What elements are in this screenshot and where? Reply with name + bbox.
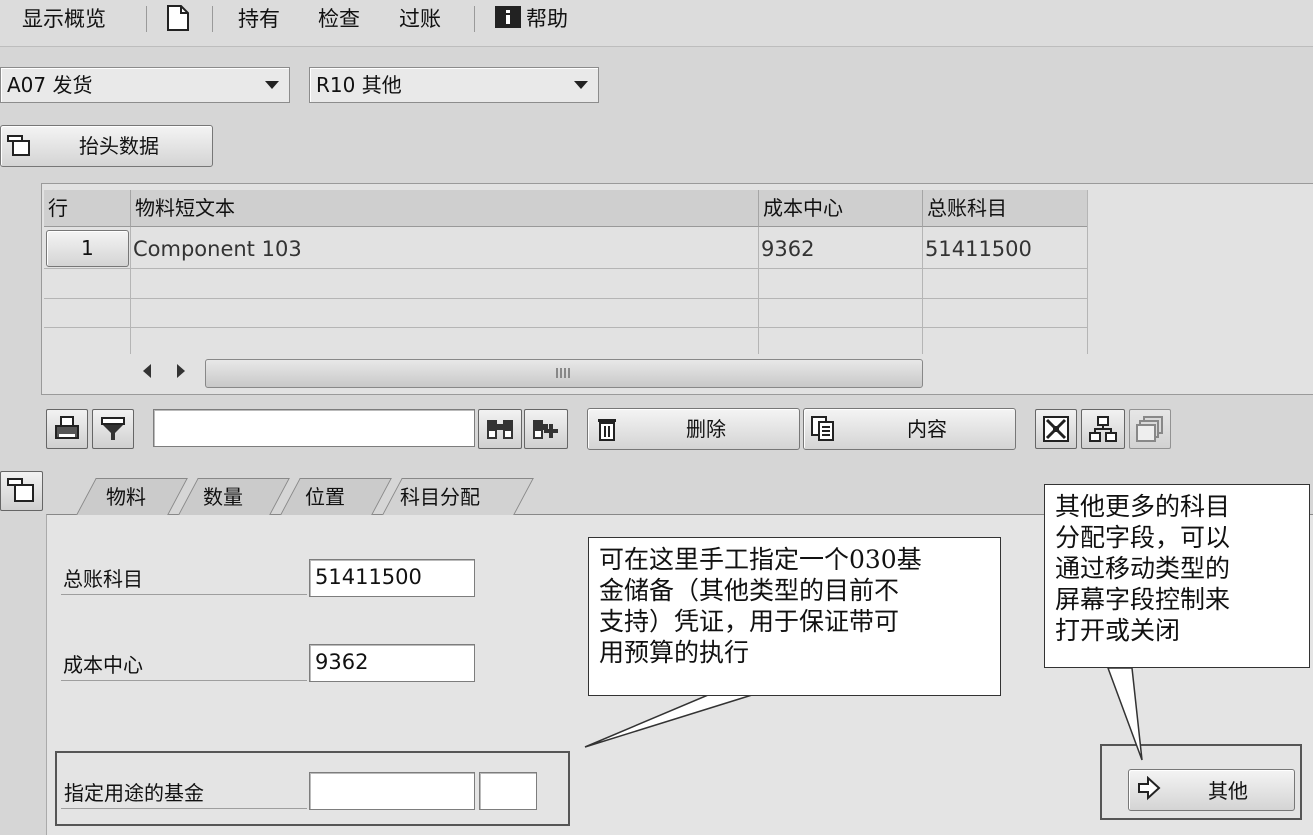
table-search-input[interactable] — [153, 409, 475, 447]
cell-material-text[interactable]: Component 103 — [133, 236, 302, 262]
menu-separator — [474, 6, 475, 32]
print-button[interactable] — [46, 409, 88, 449]
column-header-line[interactable]: 行 — [44, 190, 131, 227]
grid-line — [758, 227, 759, 354]
tab-account-assignment-label[interactable]: 科目分配 — [400, 484, 480, 510]
gl-account-value: 51411500 — [315, 565, 422, 589]
gl-account-label: 总账科目 — [63, 567, 143, 591]
menu-help[interactable]: 帮助 — [526, 6, 568, 32]
grid-line — [44, 298, 1087, 299]
column-header-cost-center[interactable]: 成本中心 — [759, 190, 923, 227]
filter-button[interactable] — [92, 409, 134, 449]
cost-center-label: 成本中心 — [63, 653, 143, 677]
find-button[interactable] — [478, 409, 522, 449]
collapse-detail-button[interactable] — [0, 471, 43, 511]
cost-center-field[interactable]: 9362 — [309, 644, 475, 682]
grid-line — [44, 268, 1087, 269]
grip-icon — [556, 368, 572, 378]
earmarked-fund-label: 指定用途的基金 — [64, 781, 204, 805]
earmarked-fund-item-field[interactable] — [479, 772, 537, 810]
info-icon[interactable] — [495, 6, 521, 28]
chevron-down-icon — [265, 81, 279, 89]
divider — [61, 594, 307, 595]
hierarchy-icon — [1089, 416, 1117, 442]
find-next-button[interactable] — [524, 409, 568, 449]
transaction-select-value: A07 发货 — [7, 73, 93, 97]
grid-line — [922, 227, 923, 354]
copy-document-icon — [811, 416, 834, 441]
other-fields-label: 其他 — [1208, 779, 1248, 803]
grid-line — [1087, 190, 1088, 354]
grid-line — [130, 227, 131, 354]
menu-bar: 显示概览 持有 检查 过账 帮助 — [0, 0, 1313, 47]
trash-icon — [598, 419, 616, 441]
menu-display-overview[interactable]: 显示概览 — [22, 6, 106, 32]
header-data-label: 抬头数据 — [79, 134, 159, 158]
expand-icon — [1043, 416, 1069, 442]
delete-button[interactable]: 删除 — [587, 408, 800, 450]
gl-account-field[interactable]: 51411500 — [309, 559, 475, 597]
scroll-left-icon[interactable] — [140, 362, 154, 380]
chevron-down-icon — [574, 81, 588, 89]
divider — [61, 808, 307, 809]
menu-separator — [212, 6, 213, 32]
menu-separator — [146, 6, 147, 32]
tab-material-label[interactable]: 物料 — [106, 484, 146, 510]
column-header-label: 总账科目 — [927, 196, 1007, 220]
column-header-label: 成本中心 — [763, 196, 843, 220]
divider — [61, 680, 307, 681]
contents-button[interactable]: 内容 — [803, 408, 1016, 450]
cost-center-value: 9362 — [315, 650, 369, 674]
stack-button[interactable] — [1129, 409, 1171, 449]
row-line-number: 1 — [81, 236, 94, 260]
more-fields-callout: 其他更多的科目 分配字段，可以 通过移动类型的 屏幕字段控制来 打开或关闭 — [1044, 484, 1310, 668]
grid-line — [44, 327, 1087, 328]
binoculars-icon — [487, 420, 513, 439]
horizontal-scrollbar-thumb[interactable] — [205, 359, 923, 388]
movement-type-select[interactable]: R10 其他 — [309, 67, 599, 103]
scroll-right-icon[interactable] — [174, 362, 188, 380]
contents-label: 内容 — [907, 417, 947, 441]
arrow-right-icon — [1138, 776, 1161, 801]
earmarked-fund-field[interactable] — [309, 772, 475, 810]
detail-panel-icon — [7, 478, 34, 502]
menu-check[interactable]: 检查 — [318, 6, 360, 32]
print-icon — [55, 416, 79, 439]
header-data-button[interactable]: 抬头数据 — [0, 125, 213, 167]
stack-icon — [1136, 416, 1163, 442]
menu-post[interactable]: 过账 — [399, 6, 441, 32]
expand-all-button[interactable] — [1035, 409, 1077, 449]
other-fields-button[interactable]: 其他 — [1128, 769, 1295, 811]
menu-hold[interactable]: 持有 — [238, 6, 280, 32]
column-header-gl-account[interactable]: 总账科目 — [923, 190, 1088, 227]
filter-icon — [101, 417, 125, 440]
tab-quantity-label[interactable]: 数量 — [203, 484, 243, 510]
cell-cost-center[interactable]: 9362 — [761, 236, 814, 262]
column-header-label: 行 — [48, 196, 68, 220]
delete-label: 删除 — [686, 417, 726, 441]
column-header-material-text[interactable]: 物料短文本 — [131, 190, 759, 227]
cell-gl-account[interactable]: 51411500 — [925, 236, 1032, 262]
new-document-icon[interactable] — [166, 4, 190, 32]
transaction-select[interactable]: A07 发货 — [0, 67, 290, 103]
hierarchy-button[interactable] — [1081, 409, 1125, 449]
find-next-icon — [533, 420, 558, 439]
fund-reservation-callout: 可在这里手工指定一个030基 金储备（其他类型的目前不 支持）凭证，用于保证带可… — [588, 537, 1001, 696]
row-selector-button[interactable]: 1 — [46, 230, 129, 267]
column-header-label: 物料短文本 — [135, 196, 235, 220]
tab-location-label[interactable]: 位置 — [305, 484, 345, 510]
header-data-icon — [7, 135, 30, 156]
movement-type-select-value: R10 其他 — [316, 73, 402, 97]
